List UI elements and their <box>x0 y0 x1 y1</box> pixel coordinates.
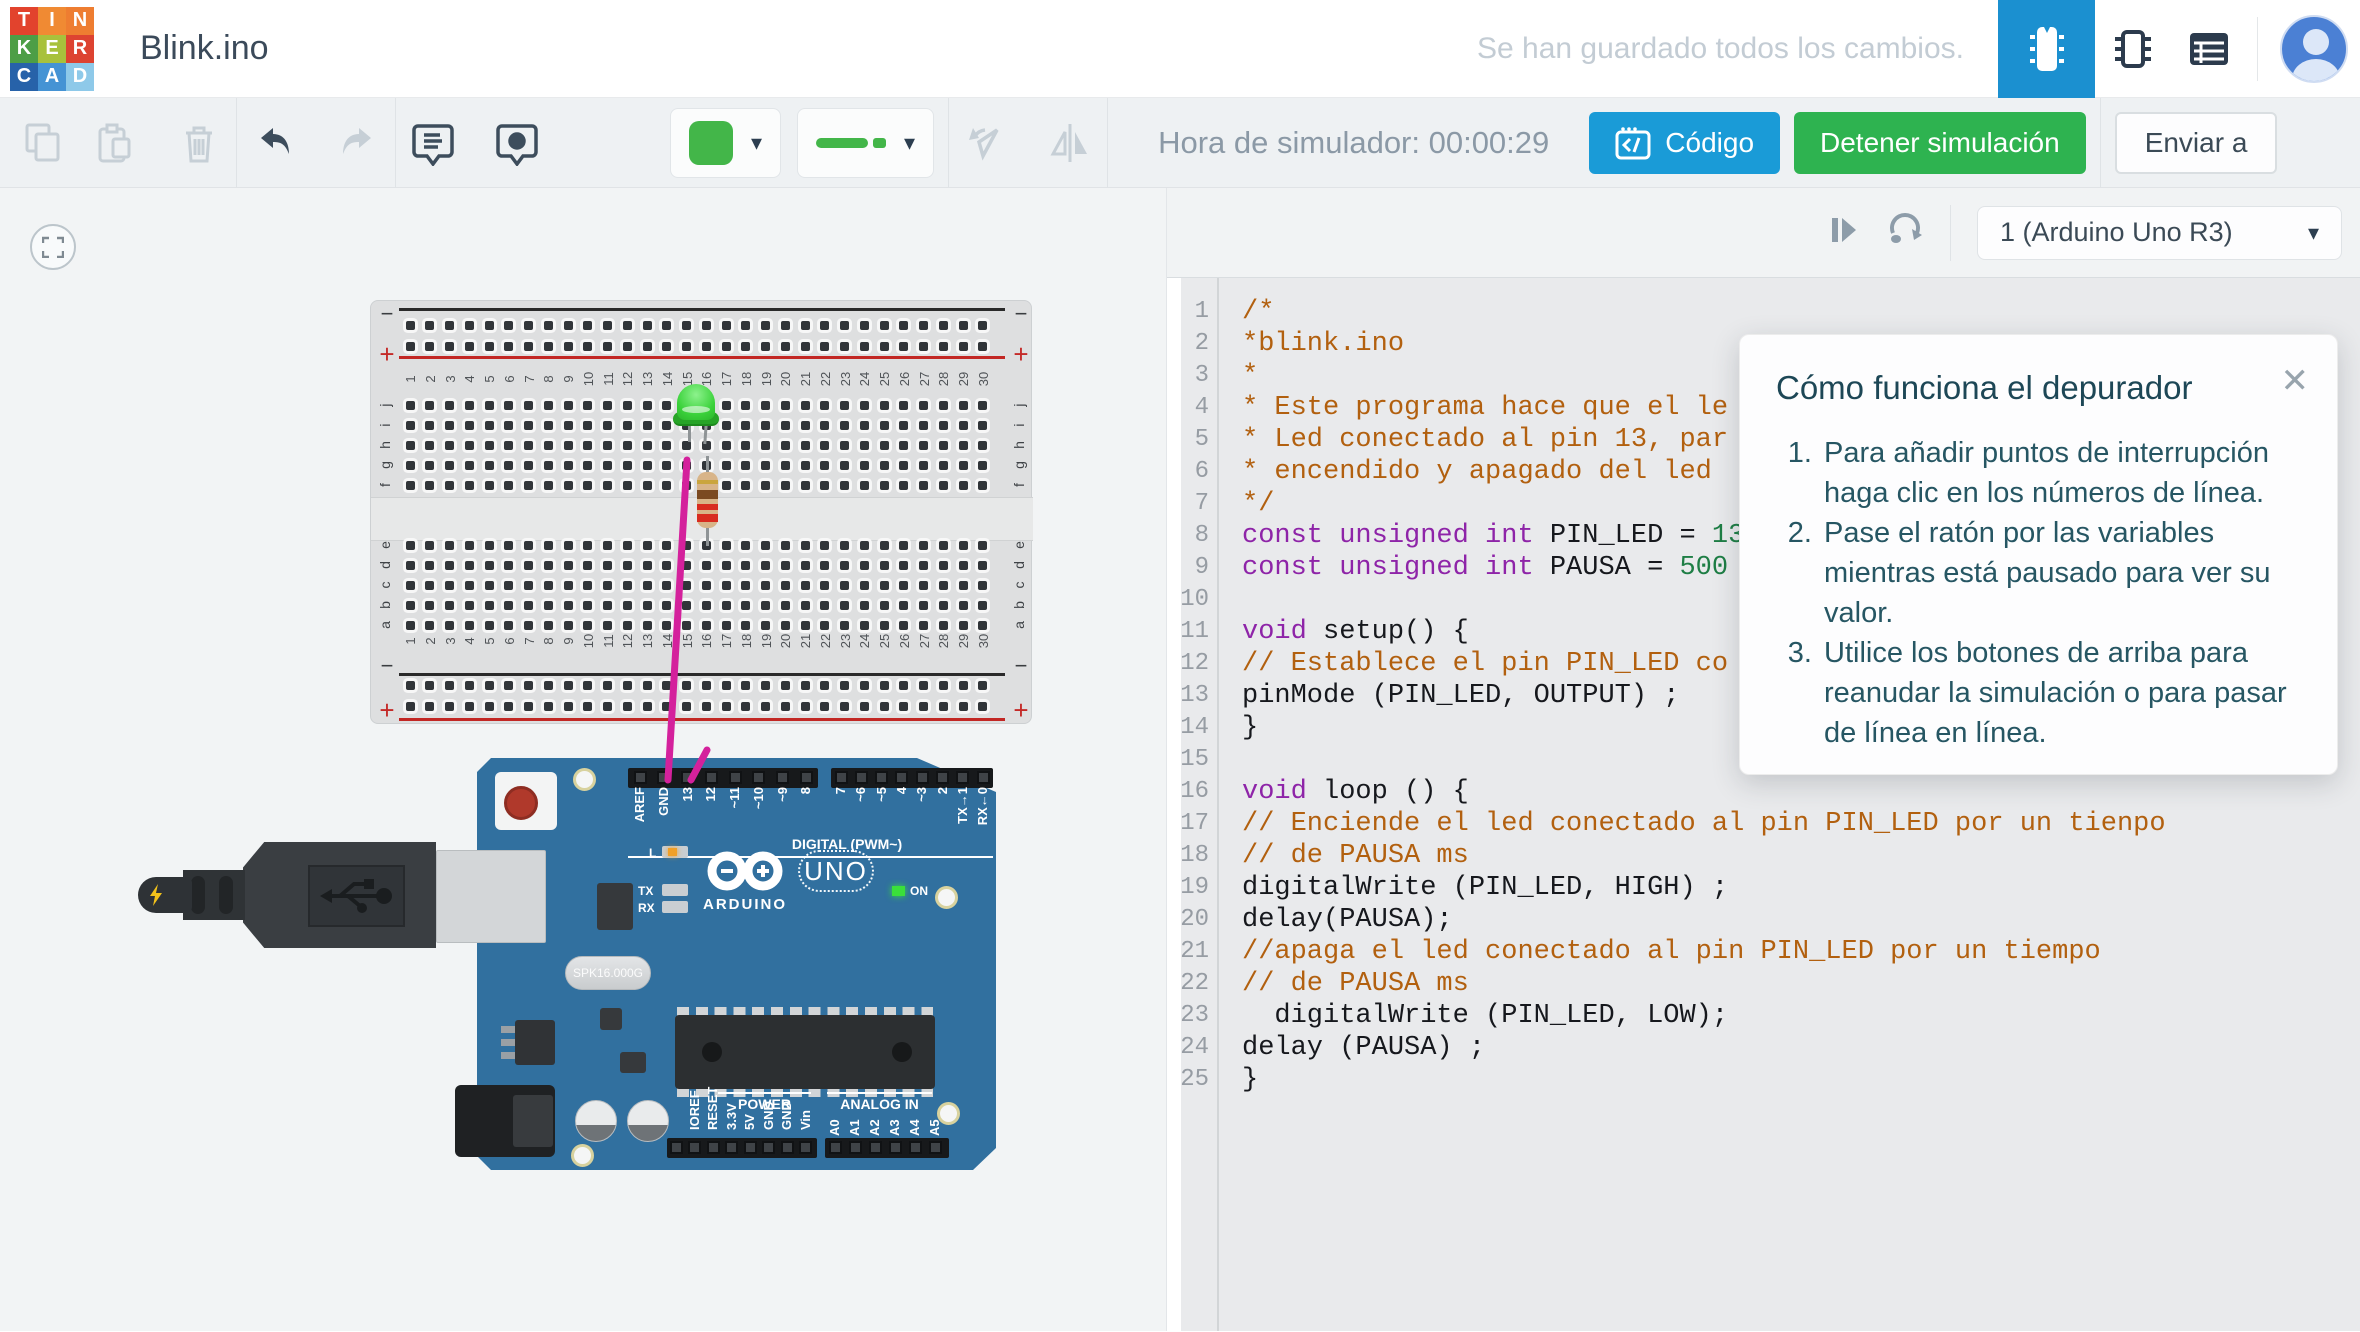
stop-button-label: Detener simulación <box>1820 127 2060 159</box>
popup-instructions: Para añadir puntos de interrupción haga … <box>1776 433 2301 753</box>
notes-button[interactable] <box>410 120 456 166</box>
wire-style-dropdown[interactable]: ▾ <box>797 108 934 178</box>
resistor[interactable] <box>697 472 718 528</box>
code-button[interactable]: Código <box>1589 112 1780 174</box>
tinkercad-logo[interactable]: TINKERCAD <box>10 7 94 91</box>
code-button-label: Código <box>1665 127 1754 159</box>
send-to-button[interactable]: Enviar a <box>2115 112 2278 174</box>
toolbar-divider <box>1950 205 1951 261</box>
resume-icon <box>1886 213 1924 247</box>
color-swatch-green <box>689 121 733 165</box>
code-panel: 1 (Arduino Uno R3) ▾ 1234567891011121314… <box>1166 188 2360 1331</box>
undo-icon <box>251 120 297 166</box>
resistor-band <box>697 504 718 510</box>
saved-status: Se han guardado todos los cambios. <box>1477 32 1964 66</box>
tab-components[interactable] <box>1998 0 2095 98</box>
close-icon[interactable]: ✕ <box>2281 361 2310 401</box>
undo-button[interactable] <box>251 120 297 166</box>
wires-layer <box>0 188 1166 1331</box>
led[interactable] <box>677 384 715 420</box>
avatar-body <box>2292 59 2340 83</box>
board-selector-value: 1 (Arduino Uno R3) <box>2000 217 2233 248</box>
debugger-help-popup: Cómo funciona el depurador ✕ Para añadir… <box>1739 334 2338 775</box>
chevron-down-icon: ▾ <box>904 130 915 156</box>
avatar-head <box>2303 29 2329 55</box>
popup-title: Cómo funciona el depurador <box>1776 369 2301 407</box>
send-button-label: Enviar a <box>2145 127 2248 159</box>
code-window-icon <box>1615 126 1651 160</box>
chip-icon <box>2028 24 2066 74</box>
resistor-band <box>697 480 718 484</box>
mirror-button[interactable] <box>1047 120 1093 166</box>
led-leg <box>688 424 691 442</box>
rotate-button[interactable] <box>963 120 1009 166</box>
wire-style-glyph <box>816 138 886 148</box>
view-label-button[interactable] <box>494 120 540 166</box>
tab-component-list[interactable] <box>2171 0 2247 98</box>
popup-instruction-item: Utilice los botones de arriba para reanu… <box>1820 633 2301 753</box>
board-selector-dropdown[interactable]: 1 (Arduino Uno R3) ▾ <box>1977 206 2342 260</box>
resume-button[interactable] <box>1886 213 1924 252</box>
header-divider <box>2257 17 2258 81</box>
resistor-band <box>697 490 718 499</box>
redo-button[interactable] <box>335 120 381 166</box>
gutter-divider <box>1217 278 1219 1331</box>
circuit-canvas[interactable]: 1122334455667788991010111112121313141415… <box>0 188 1166 1331</box>
ic-debug-icon <box>2110 26 2156 72</box>
tab-debugger[interactable] <box>2095 0 2171 98</box>
trash-icon <box>177 121 221 165</box>
document-title: Blink.ino <box>140 29 269 68</box>
line-numbers[interactable]: 1234567891011121314151617181920212223242… <box>1167 296 1209 1096</box>
paste-button[interactable] <box>92 120 138 166</box>
mirror-icon <box>1047 120 1093 166</box>
paste-icon <box>93 121 137 165</box>
copy-button[interactable] <box>20 120 66 166</box>
popup-instruction-item: Para añadir puntos de interrupción haga … <box>1820 433 2301 513</box>
stop-simulation-button[interactable]: Detener simulación <box>1794 112 2086 174</box>
notes-icon <box>410 120 456 166</box>
delete-button[interactable] <box>176 120 222 166</box>
chevron-down-icon: ▾ <box>2308 220 2319 246</box>
color-dropdown[interactable]: ▾ <box>670 108 781 178</box>
list-table-icon <box>2186 26 2232 72</box>
chevron-down-icon: ▾ <box>751 130 762 156</box>
wire-gnd <box>668 460 687 780</box>
redo-icon <box>335 120 381 166</box>
led-highlight <box>682 406 710 413</box>
user-avatar[interactable] <box>2280 15 2348 83</box>
copy-icon <box>21 121 65 165</box>
wire-pin13 <box>691 750 707 780</box>
step-over-icon <box>1828 214 1860 246</box>
debug-toolbar: 1 (Arduino Uno R3) ▾ <box>1167 188 2360 278</box>
resistor-band <box>697 514 718 522</box>
simulator-time: Hora de simulador: 00:00:29 <box>1158 125 1549 161</box>
top-header: TINKERCAD Blink.ino Se han guardado todo… <box>0 0 2360 98</box>
popup-instruction-item: Pase el ratón por las variables mientras… <box>1820 513 2301 633</box>
eye-label-icon <box>494 120 540 166</box>
edit-toolbar: ▾ ▾ Hora de simulador: 00:00:29 Código <box>0 98 2360 188</box>
step-over-button[interactable] <box>1828 214 1860 251</box>
rotate-icon <box>963 120 1009 166</box>
